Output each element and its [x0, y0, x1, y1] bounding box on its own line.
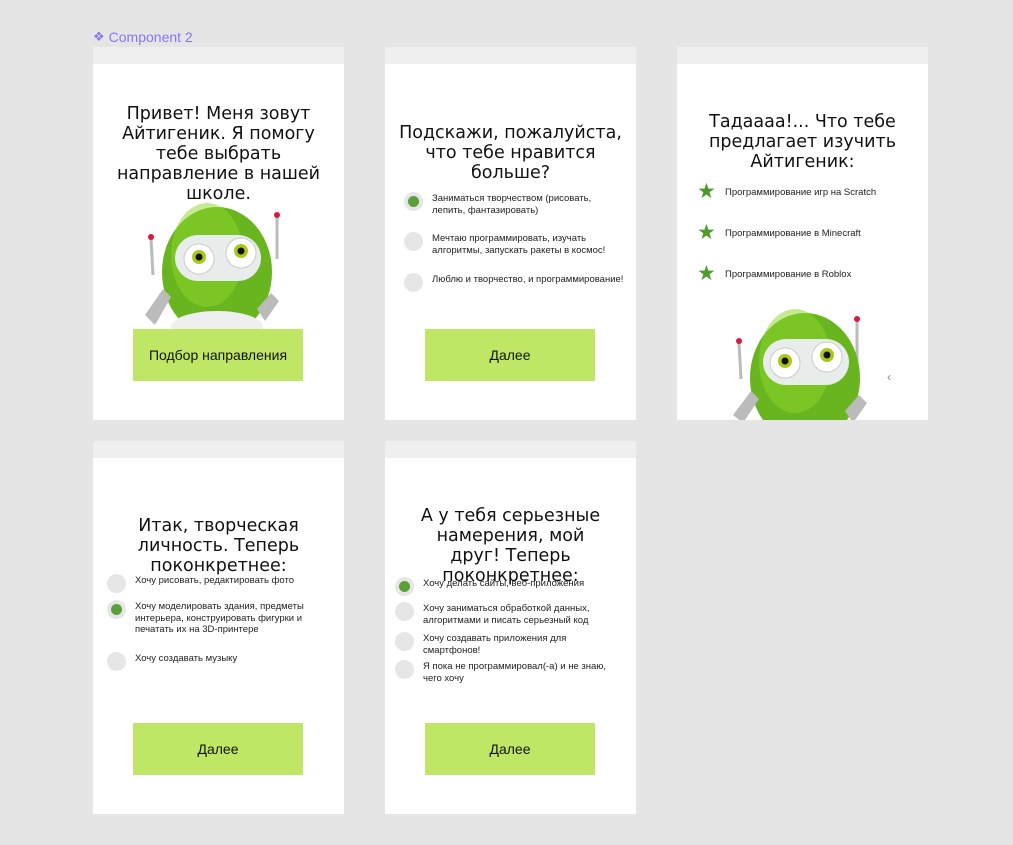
card-title: Тадаааа!... Что тебе предлагает изучить …: [708, 112, 897, 172]
card-title: А у тебя серьезные намерения, мой друг! …: [420, 506, 601, 586]
option-label: Мечтаю программировать, изучать алгоритм…: [432, 233, 606, 256]
card-header-bar: [385, 47, 636, 64]
option-label: Люблю и творчество, и программирование!: [432, 274, 624, 285]
option-both[interactable]: Люблю и творчество, и программирование!: [404, 273, 626, 292]
star-icon: ★: [697, 221, 716, 244]
card-header-bar: [677, 47, 928, 64]
recommendation-item: ★ Программирование в Minecraft: [697, 221, 861, 244]
recommendation-label: Программирование игр на Scratch: [725, 186, 877, 198]
recommendation-label: Программирование в Roblox: [725, 268, 852, 280]
option-photo[interactable]: Хочу рисовать, редактировать фото: [107, 574, 334, 593]
option-mobile-apps[interactable]: Хочу создавать приложения для смартфонов…: [395, 632, 626, 656]
select-direction-button[interactable]: Подбор направления: [133, 329, 303, 381]
card-title: Подскажи, пожалуйста, что тебе нравится …: [399, 123, 622, 183]
next-button[interactable]: Далее: [425, 329, 595, 381]
option-creativity[interactable]: Заниматься творчеством (рисовать, лепить…: [404, 192, 626, 216]
option-data-processing[interactable]: Хочу заниматься обработкой данных, алгор…: [395, 602, 626, 626]
card-title: Итак, творческая личность. Теперь поконк…: [137, 516, 300, 576]
radio-button[interactable]: [395, 632, 414, 651]
radio-button[interactable]: [404, 232, 423, 251]
next-button[interactable]: Далее: [425, 723, 595, 775]
radio-button-selected[interactable]: [404, 192, 423, 211]
option-label: Хочу рисовать, редактировать фото: [135, 575, 295, 586]
radio-button[interactable]: [395, 660, 414, 679]
card-preference: Подскажи, пожалуйста, что тебе нравится …: [385, 47, 636, 420]
robot-mascot-image: [145, 203, 280, 337]
radio-button-selected[interactable]: [107, 600, 126, 619]
radio-button-selected[interactable]: [395, 577, 414, 596]
card-header-bar: [93, 47, 344, 64]
card-header-bar: [93, 441, 344, 458]
card-creative-specifics: Итак, творческая личность. Теперь поконк…: [93, 441, 344, 814]
star-icon: ★: [697, 180, 716, 203]
radio-button[interactable]: [107, 652, 126, 671]
option-music[interactable]: Хочу создавать музыку: [107, 652, 334, 671]
option-3d-modeling[interactable]: Хочу моделировать здания, предметы интер…: [107, 600, 334, 636]
option-label: Я пока не программировал(-а) и не знаю, …: [423, 661, 607, 684]
option-label: Хочу создавать приложения для смартфонов…: [423, 633, 567, 656]
recommendation-label: Программирование в Minecraft: [725, 227, 861, 239]
recommendation-item: ★ Программирование в Roblox: [697, 262, 852, 285]
option-label: Заниматься творчеством (рисовать, лепить…: [432, 193, 592, 216]
chevron-left-icon[interactable]: ‹: [887, 370, 891, 384]
next-button[interactable]: Далее: [133, 723, 303, 775]
option-programming[interactable]: Мечтаю программировать, изучать алгоритм…: [404, 232, 626, 256]
component-label-text: Component 2: [108, 29, 193, 45]
option-label: Хочу создавать музыку: [135, 653, 238, 664]
card-header-bar: [385, 441, 636, 458]
card-serious-specifics: А у тебя серьезные намерения, мой друг! …: [385, 441, 636, 814]
robot-mascot-image: [733, 309, 867, 420]
option-label: Хочу моделировать здания, предметы интер…: [135, 601, 304, 635]
component-label: ❖ Component 2: [93, 29, 193, 45]
card-title: Привет! Меня зовут Айтигеник. Я помогу т…: [116, 104, 321, 204]
card-result: Тадаааа!... Что тебе предлагает изучить …: [677, 47, 928, 420]
option-label: Хочу делать сайты, веб-приложения: [423, 578, 585, 589]
component-icon: ❖: [93, 29, 105, 44]
radio-button[interactable]: [107, 574, 126, 593]
card-greeting: Привет! Меня зовут Айтигеник. Я помогу т…: [93, 47, 344, 420]
radio-button[interactable]: [404, 273, 423, 292]
radio-button[interactable]: [395, 602, 414, 621]
recommendation-item: ★ Программирование игр на Scratch: [697, 180, 877, 203]
option-websites[interactable]: Хочу делать сайты, веб-приложения: [395, 577, 626, 596]
option-label: Хочу заниматься обработкой данных, алгор…: [423, 603, 590, 626]
star-icon: ★: [697, 262, 716, 285]
option-undecided[interactable]: Я пока не программировал(-а) и не знаю, …: [395, 660, 626, 684]
